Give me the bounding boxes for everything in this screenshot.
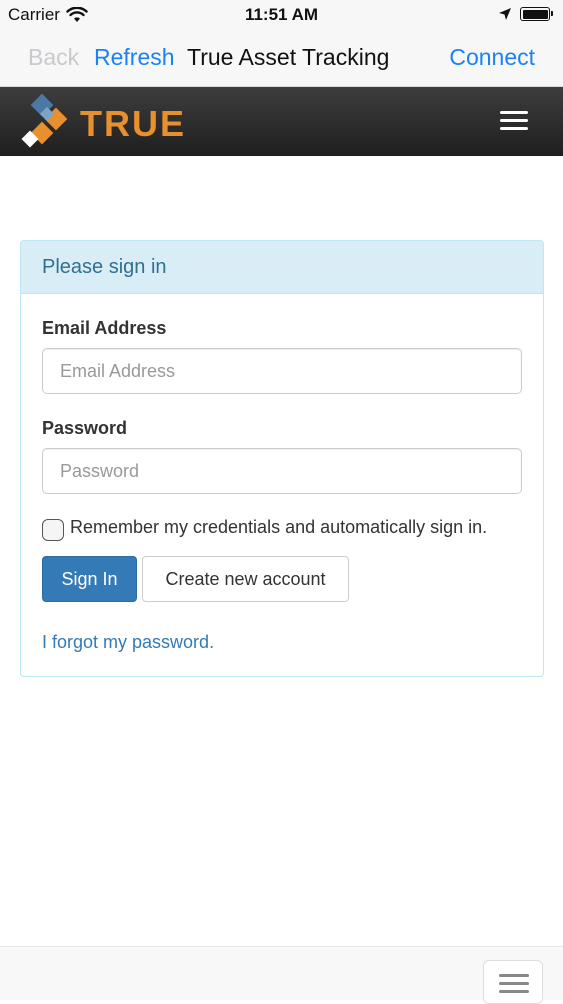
hamburger-menu-button[interactable] (486, 99, 542, 143)
status-bar: Carrier 11:51 AM (0, 0, 563, 30)
logo-text: TRUE (80, 103, 186, 144)
signin-panel: Please sign in Email Address Password Re… (20, 240, 544, 677)
location-arrow-icon (499, 8, 511, 20)
remember-label[interactable]: Remember my credentials and automaticall… (70, 517, 487, 538)
password-field[interactable] (42, 448, 522, 494)
brand-header: TRUE (0, 87, 563, 156)
remember-checkbox[interactable] (42, 519, 64, 541)
battery-icon (520, 7, 553, 21)
create-account-button[interactable]: Create new account (142, 556, 349, 602)
email-field[interactable] (42, 348, 522, 394)
true-logo-icon (21, 93, 68, 148)
panel-title: Please sign in (42, 256, 167, 278)
back-button[interactable]: Back (28, 44, 79, 71)
navigation-bar: Back Refresh True Asset Tracking Connect (0, 30, 563, 87)
bottom-menu-button[interactable] (483, 960, 543, 1004)
password-label: Password (42, 418, 128, 438)
refresh-button[interactable]: Refresh (94, 44, 175, 71)
bottom-bar (0, 946, 563, 1004)
email-label: Email Address (42, 318, 167, 338)
panel-heading: Please sign in (21, 241, 543, 294)
forgot-password-link[interactable]: I forgot my password. (42, 632, 214, 653)
clock: 11:51 AM (244, 5, 319, 24)
connect-button[interactable]: Connect (449, 44, 535, 71)
page-title: True Asset Tracking (187, 44, 390, 70)
sign-in-button[interactable]: Sign In (42, 556, 137, 602)
